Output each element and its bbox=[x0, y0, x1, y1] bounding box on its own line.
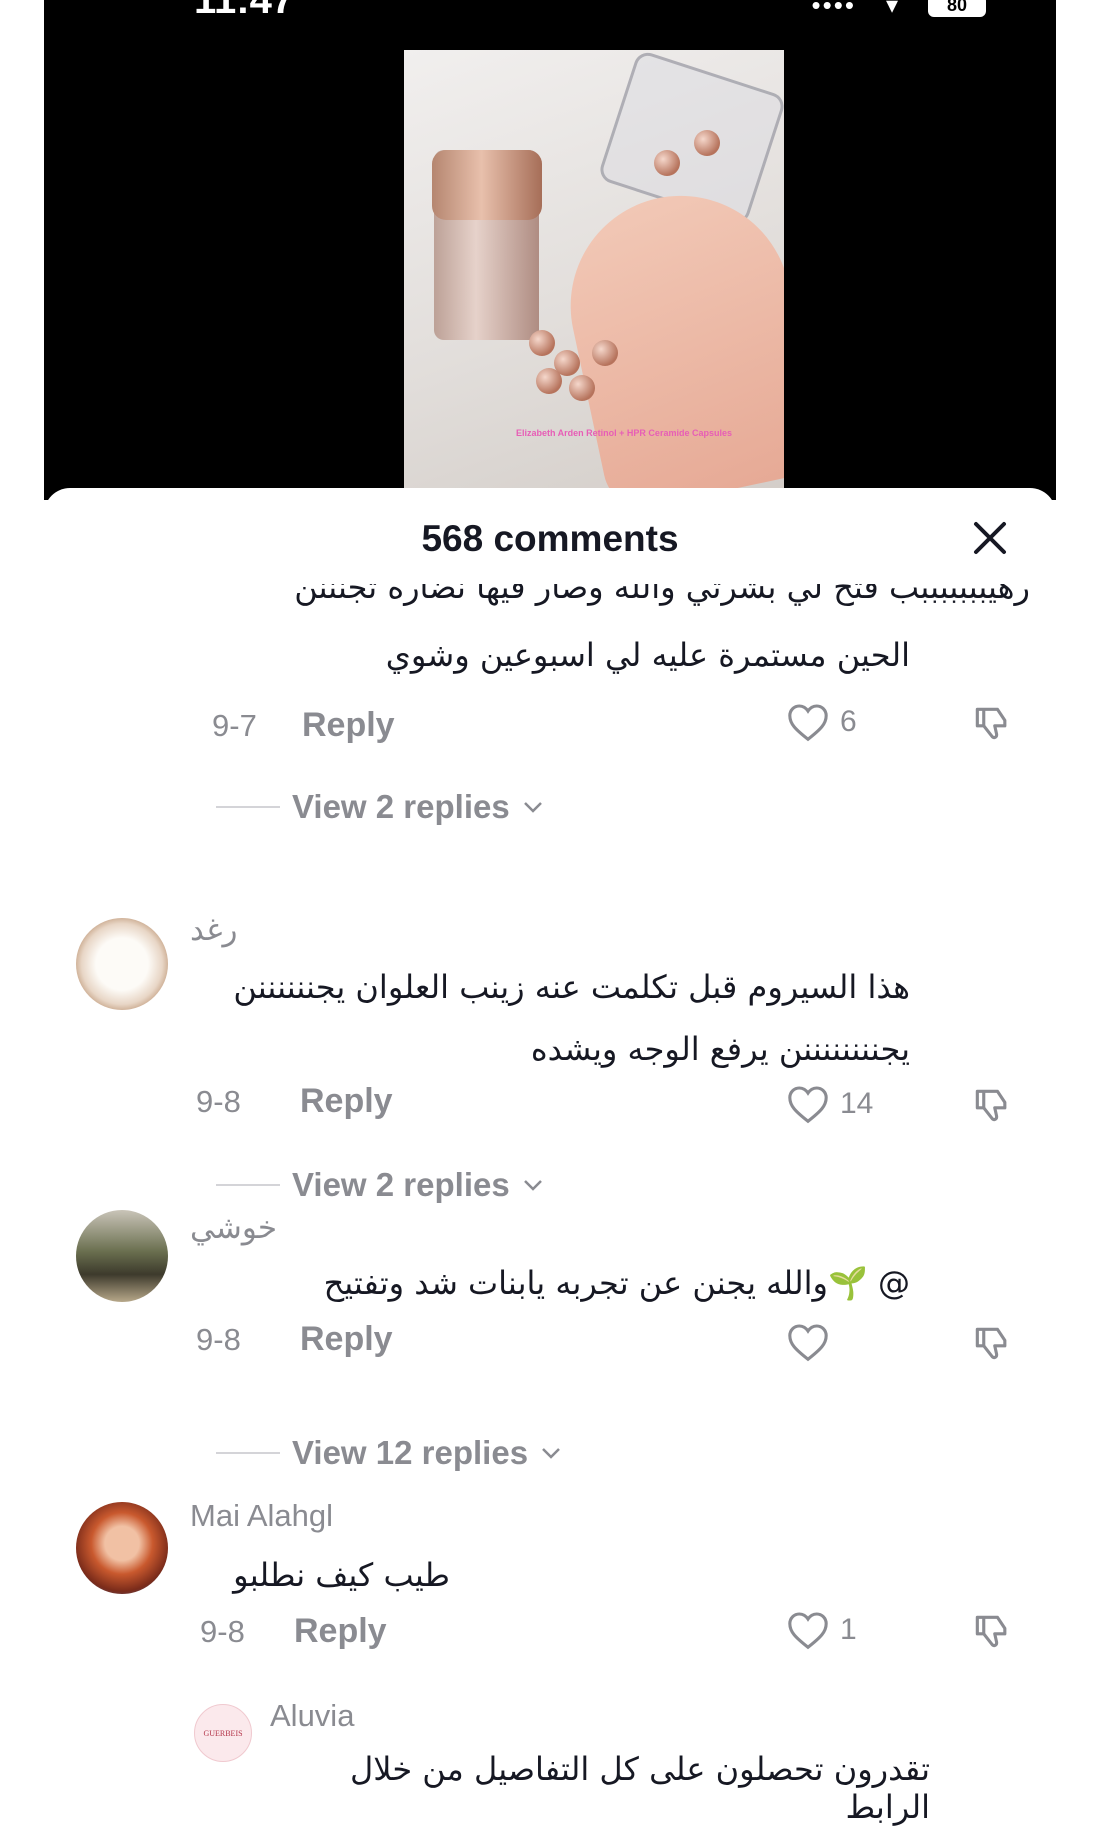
dislike-button[interactable] bbox=[970, 1610, 1014, 1659]
comment-date: 9-7 bbox=[212, 708, 257, 743]
dislike-button[interactable] bbox=[970, 1322, 1014, 1371]
wifi-icon: ▾ bbox=[885, 0, 898, 19]
comment-username[interactable]: خوشي bbox=[190, 1210, 277, 1246]
comment-text: الحين مستمرة عليه لي اسبوعين وشوي bbox=[385, 636, 910, 674]
avatar[interactable] bbox=[76, 1210, 168, 1302]
comment-username[interactable]: Mai Alahgl bbox=[190, 1498, 333, 1534]
heart-outline-icon bbox=[788, 1086, 828, 1124]
view-replies-label: View 2 replies bbox=[292, 1166, 510, 1203]
capsule-shape bbox=[654, 150, 680, 176]
product-lid-shape bbox=[432, 150, 542, 220]
avatar[interactable] bbox=[76, 1502, 168, 1594]
capsule-shape bbox=[569, 375, 595, 401]
divider-line bbox=[216, 1184, 280, 1186]
view-replies-label: View 2 replies bbox=[292, 788, 510, 825]
thumbs-down-icon bbox=[975, 707, 1007, 740]
reply-text: تقدرون تحصلون على كل التفاصيل من خلال ال… bbox=[349, 1750, 930, 1826]
comments-count-title: 568 comments bbox=[421, 518, 679, 559]
capsule-shape bbox=[694, 130, 720, 156]
like-count: 14 bbox=[840, 1087, 874, 1120]
thumbs-down-icon bbox=[975, 1615, 1007, 1648]
thumbs-down-icon bbox=[975, 1327, 1007, 1360]
like-count: 6 bbox=[840, 705, 857, 738]
chevron-down-icon bbox=[523, 1180, 542, 1191]
thumbs-down-icon bbox=[975, 1089, 1007, 1122]
like-button[interactable] bbox=[786, 1322, 840, 1362]
comment-text: يجننننننننن يرفع الوجه ويشده bbox=[530, 1030, 910, 1068]
capsule-shape bbox=[529, 330, 555, 356]
like-button[interactable]: 14 bbox=[786, 1084, 873, 1124]
heart-outline-icon bbox=[788, 704, 828, 742]
view-replies-button[interactable]: View 12 replies bbox=[216, 1434, 562, 1472]
capsule-shape bbox=[592, 340, 618, 366]
capsule-shape bbox=[536, 368, 562, 394]
dislike-button[interactable] bbox=[970, 1084, 1014, 1133]
hand-shape bbox=[550, 175, 784, 500]
reply-button[interactable]: Reply bbox=[294, 1612, 387, 1651]
comment-text: طيب كيف نطلبو bbox=[233, 1556, 450, 1594]
comment-text: هذا السيروم قبل تكلمت عنه زينب العلوان ي… bbox=[233, 968, 910, 1006]
chevron-down-icon bbox=[542, 1448, 560, 1459]
comments-sheet: 568 comments رهيبببببببب فتح لي بشرتي وا… bbox=[44, 488, 1056, 1826]
reply-username[interactable]: Aluvia bbox=[270, 1698, 354, 1734]
comment-text: @ 🌱والله يجنن عن تجربه يابنات شد وتفتيح bbox=[323, 1264, 910, 1302]
heart-outline-icon bbox=[788, 1324, 828, 1362]
signal-icon: •••• bbox=[811, 0, 856, 20]
view-replies-button[interactable]: View 2 replies bbox=[216, 788, 544, 826]
comment-username[interactable]: رغد bbox=[190, 912, 237, 948]
comment-date: 9-8 bbox=[200, 1614, 245, 1649]
comment-date: 9-8 bbox=[196, 1322, 241, 1357]
divider-line bbox=[216, 806, 280, 808]
view-replies-button[interactable]: View 2 replies bbox=[216, 1166, 544, 1204]
heart-outline-icon bbox=[788, 1612, 828, 1650]
comment-text-clipped: رهيبببببببب فتح لي بشرتي والله وصار فيها… bbox=[294, 584, 1030, 606]
avatar[interactable]: GUERBEIS bbox=[194, 1704, 252, 1762]
video-player[interactable]: 11:47 •••• ▾ 80 Elizabeth Arden Retinol … bbox=[44, 0, 1056, 500]
chevron-down-icon bbox=[523, 802, 542, 813]
like-button[interactable]: 6 bbox=[786, 702, 857, 742]
close-button[interactable] bbox=[968, 516, 1012, 560]
like-button[interactable]: 1 bbox=[786, 1610, 857, 1650]
status-bar-right: •••• ▾ 80 bbox=[812, 0, 986, 21]
avatar[interactable] bbox=[76, 918, 168, 1010]
close-icon bbox=[974, 522, 1006, 554]
reply-button[interactable]: Reply bbox=[302, 706, 395, 745]
video-thumbnail[interactable]: Elizabeth Arden Retinol + HPR Ceramide C… bbox=[404, 50, 784, 500]
battery-icon: 80 bbox=[928, 0, 986, 17]
comment-date: 9-8 bbox=[196, 1084, 241, 1119]
status-time: 11:47 bbox=[194, 0, 295, 22]
avatar-brand-text: GUERBEIS bbox=[203, 1728, 243, 1738]
divider-line bbox=[216, 1452, 280, 1454]
reply-button[interactable]: Reply bbox=[300, 1320, 393, 1359]
video-caption: Elizabeth Arden Retinol + HPR Ceramide C… bbox=[516, 428, 732, 438]
dislike-button[interactable] bbox=[970, 702, 1014, 751]
reply-button[interactable]: Reply bbox=[300, 1082, 393, 1121]
view-replies-label: View 12 replies bbox=[292, 1434, 529, 1471]
like-count: 1 bbox=[840, 1613, 857, 1646]
